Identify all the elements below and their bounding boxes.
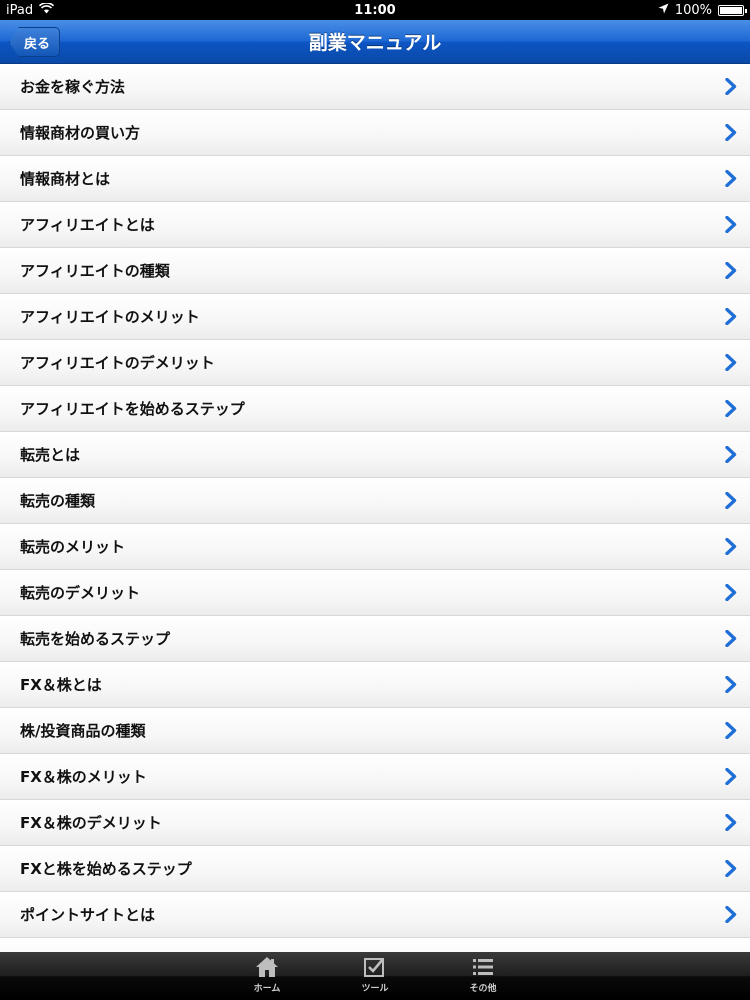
list-item-label: アフィリエイトとは [20, 216, 155, 234]
battery-fill [720, 6, 742, 14]
status-right: 100% [658, 2, 747, 18]
nav-bar: 戻る 副業マニュアル [0, 20, 750, 64]
manual-list[interactable]: お金を稼ぐ方法 情報商材の買い方 情報商材とはアフィリエイトとは アフィリエイトの種類… [0, 64, 750, 952]
list-item-label: 情報商材とは [20, 170, 111, 188]
location-arrow-icon [658, 3, 669, 18]
chevron-right-icon [724, 768, 738, 786]
list-item[interactable]: アフィリエイトとは [0, 202, 750, 248]
chevron-right-icon [724, 78, 738, 96]
list-item[interactable]: 転売の種類 [0, 478, 750, 524]
list-item-label: 転売とは [20, 446, 81, 464]
list-item[interactable]: FX＆株のメリット [0, 754, 750, 800]
status-bar: iPad 11:00 100% [0, 0, 750, 20]
chevron-right-icon [724, 262, 738, 280]
list-item-label: ポイントサイトとは [20, 906, 156, 924]
tab-label: その他 [469, 984, 497, 994]
chevron-right-icon [724, 860, 738, 878]
list-item-label: 株/投資商品の種類 [20, 722, 146, 740]
chevron-right-icon [724, 354, 738, 372]
list-item[interactable]: 転売のデメリット [0, 570, 750, 616]
tab-list[interactable]: その他 [455, 952, 511, 1000]
chevron-right-icon [724, 170, 738, 188]
chevron-right-icon [724, 492, 738, 510]
list-item-label: FX＆株とは [20, 676, 102, 694]
list-item[interactable]: 転売とは [0, 432, 750, 478]
list-item-label: 転売のデメリット [20, 584, 141, 602]
list-item[interactable]: お金を稼ぐ方法 [0, 64, 750, 110]
list-item[interactable]: アフィリエイトのメリット [0, 294, 750, 340]
chevron-right-icon [724, 124, 738, 142]
status-time: 11:00 [354, 2, 396, 18]
chevron-right-icon [724, 722, 738, 740]
chevron-right-icon [724, 308, 738, 326]
list-item[interactable]: アフィリエイトの種類 [0, 248, 750, 294]
device-name: iPad [6, 2, 34, 18]
list-item-label: FXと株を始めるステップ [20, 860, 192, 878]
chevron-right-icon [724, 676, 738, 694]
page-title: 副業マニュアル [308, 32, 442, 54]
list-item-label: アフィリエイトを始めるステップ [20, 400, 245, 418]
chevron-right-icon [724, 584, 738, 602]
tab-bar: ホーム ツール その他 [0, 952, 750, 1000]
list-item[interactable]: ポイントサイトとは [0, 892, 750, 938]
list-item[interactable]: 転売のメリット [0, 524, 750, 570]
chevron-right-icon [724, 216, 738, 234]
battery-icon [718, 4, 747, 16]
tab-home[interactable]: ホーム [239, 952, 295, 1000]
tab-label: ツール [361, 984, 389, 994]
list-item[interactable]: FX＆株とは [0, 662, 750, 708]
list-item-label: アフィリエイトのデメリット [20, 354, 215, 372]
list-item[interactable]: 情報商材とは [0, 156, 750, 202]
list-item[interactable]: FX＆株のデメリット [0, 800, 750, 846]
list-item-label: FX＆株のメリット [20, 768, 147, 786]
chevron-right-icon [724, 400, 738, 418]
list-item-label: 転売の種類 [20, 492, 96, 510]
list-item[interactable]: ポイントサイトの種類 [0, 938, 750, 952]
list-item[interactable]: アフィリエイトを始めるステップ [0, 386, 750, 432]
list-icon [470, 955, 496, 979]
list-item-label: アフィリエイトの種類 [20, 262, 170, 280]
chevron-right-icon [724, 630, 738, 648]
chevron-right-icon [724, 814, 738, 832]
tab-checkbox[interactable]: ツール [347, 952, 403, 1000]
list-item-label: 転売を始めるステップ [20, 630, 171, 648]
status-left: iPad [6, 1, 55, 18]
list-item-label: 情報商材の買い方 [20, 124, 141, 142]
list-item[interactable]: 転売を始めるステップ [0, 616, 750, 662]
tab-label: ホーム [253, 984, 281, 994]
list-item-label: FX＆株のデメリット [20, 814, 162, 832]
list-item[interactable]: 株/投資商品の種類 [0, 708, 750, 754]
list-item[interactable]: 情報商材の買い方 [0, 110, 750, 156]
list-item-label: お金を稼ぐ方法 [20, 78, 126, 96]
list-item-label: アフィリエイトのメリット [20, 308, 200, 326]
list-item[interactable]: アフィリエイトのデメリット [0, 340, 750, 386]
back-button[interactable]: 戻る [9, 27, 61, 57]
checkbox-icon [362, 955, 388, 979]
chevron-right-icon [724, 538, 738, 556]
battery-percent: 100% [674, 2, 712, 18]
home-icon [254, 955, 280, 979]
list-item-label: 転売のメリット [20, 538, 126, 556]
chevron-right-icon [724, 906, 738, 924]
chevron-right-icon [724, 446, 738, 464]
list-item[interactable]: FXと株を始めるステップ [0, 846, 750, 892]
wifi-icon [39, 1, 55, 18]
